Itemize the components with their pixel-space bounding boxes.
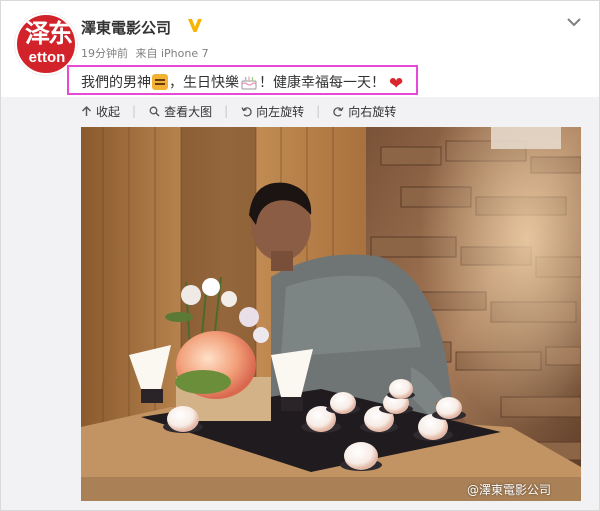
rotate-left-label: 向左旋转 [256, 104, 305, 119]
rotate-left-icon [241, 106, 252, 117]
post-text-part3: ！健康幸福每一天！ [259, 75, 385, 91]
rotate-right-button[interactable]: 向右旋转 [333, 102, 396, 120]
cake-emoji-icon [241, 76, 257, 90]
avatar-logo-text: 泽东 [24, 19, 73, 48]
user-name-link[interactable]: 澤東電影公司 [81, 17, 171, 38]
media-toolbar: 收起 | 查看大图 | 向左旋转 | 向右旋转 [81, 102, 409, 120]
avatar-logo-sub: etton [28, 49, 66, 66]
view-large-button[interactable]: 查看大图 | [149, 102, 228, 120]
rotate-right-icon [333, 106, 344, 117]
post-text-part2: ，生日快樂 [169, 75, 239, 91]
rotate-right-label: 向右旋转 [348, 104, 397, 119]
view-large-label: 查看大图 [164, 104, 213, 119]
rotate-left-button[interactable]: 向左旋转 | [241, 102, 320, 120]
toolbar-divider: | [316, 104, 321, 118]
post-photo[interactable] [81, 127, 581, 501]
heart-emoji-icon: ❤ [389, 74, 404, 94]
photo-watermark: @澤東電影公司 [467, 483, 552, 497]
collapse-button[interactable]: 收起 | [81, 102, 136, 120]
weibo-post-card: 泽东 etton 澤東電影公司 19分钟前 来自 iPhone 7 我們的男神 ，… [0, 0, 600, 511]
verified-v-icon[interactable] [187, 17, 203, 33]
post-text: 我們的男神 ，生日快樂 ！健康幸福每一天！ ❤ [81, 72, 403, 94]
toolbar-divider: | [224, 104, 229, 118]
collapse-label: 收起 [96, 104, 121, 119]
post-source-link[interactable]: 来自 iPhone 7 [136, 47, 209, 60]
chevron-down-icon[interactable] [565, 15, 583, 29]
toolbar-divider: | [132, 104, 137, 118]
post-meta: 19分钟前 来自 iPhone 7 [81, 45, 213, 61]
post-text-part1: 我們的男神 [81, 75, 151, 91]
arrow-up-icon [82, 105, 91, 116]
magnifier-icon [149, 106, 160, 116]
post-time-link[interactable]: 19分钟前 [81, 47, 128, 60]
tiger-emoji-icon [152, 74, 168, 90]
